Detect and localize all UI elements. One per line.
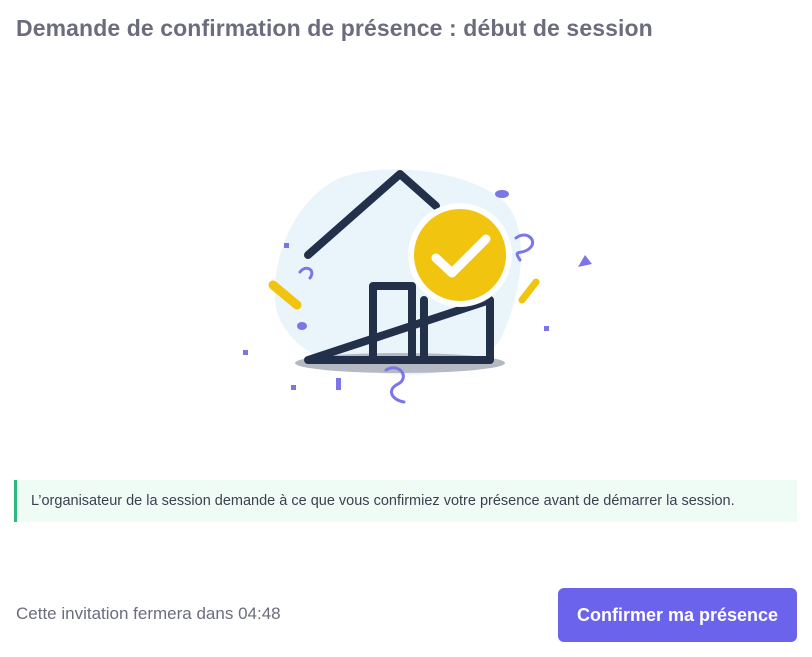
presence-confirmation-dialog: Demande de confirmation de présence : dé… [0, 0, 812, 657]
confetti-square [336, 378, 341, 390]
confetti-bar-right [518, 278, 540, 304]
info-notice: L’organisateur de la session demande à c… [14, 480, 797, 522]
confetti-square [284, 243, 289, 248]
confetti-square [291, 385, 296, 390]
confetti-square [544, 326, 549, 331]
confetti-triangle [578, 255, 592, 267]
countdown-label: Cette invitation fermera dans [16, 604, 234, 623]
countdown-timer: 04:48 [238, 604, 281, 623]
page-title: Demande de confirmation de présence : dé… [16, 15, 653, 41]
check-circle-fill [414, 209, 506, 301]
notice-text: L’organisateur de la session demande à c… [31, 493, 735, 509]
confirm-presence-button[interactable]: Confirmer ma présence [558, 588, 797, 642]
confetti-dot [495, 190, 509, 198]
confetti-dot [297, 322, 307, 330]
confetti-square [243, 350, 248, 355]
invitation-countdown: Cette invitation fermera dans 04:48 [16, 604, 281, 624]
house-check-icon [243, 169, 592, 404]
